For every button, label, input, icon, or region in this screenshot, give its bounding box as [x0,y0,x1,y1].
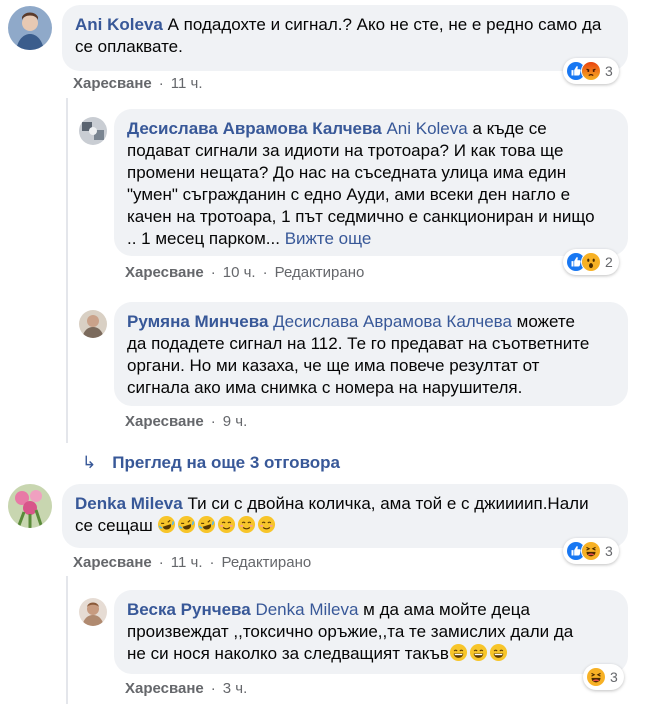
reply-author[interactable]: Румяна Минчева [127,312,268,331]
avatar-rumyana[interactable] [79,310,107,338]
edited-label: Редактирано [221,554,312,571]
reply-text: м да ама мойте деца [358,600,530,619]
reply-text: качен на тротоара, 1 път седмично е санк… [127,207,595,226]
reply-timestamp[interactable]: 10 ч. [223,264,256,281]
comment-actions: Харесване · 11 ч. · Редактирано [73,554,312,571]
reply-text: можете [511,312,575,331]
reply-text: сигнала ако има снимка с номера на наруш… [127,378,523,397]
comment-text: Ти си с двойна количка, ама той е с джии… [182,494,589,513]
reply-text: промени нещата? До нас на съседната улиц… [127,163,567,182]
reactions-summary[interactable]: 3 [563,538,619,564]
smile-emoji-icon [237,515,256,534]
see-more-link[interactable]: Вижте още [285,229,372,248]
reply-actions: Харесване · 10 ч. · Редактирано [125,264,365,281]
grin-emoji-icon [449,643,468,662]
reactions-summary[interactable]: 3 [583,664,624,690]
smile-emoji-icon [217,515,236,534]
thread-line [66,576,68,704]
comment-author[interactable]: Denka Mileva [75,494,183,513]
reaction-count: 3 [605,543,613,559]
like-button[interactable]: Харесване [73,554,152,571]
rolling-laugh-emoji-icon [177,515,196,534]
like-button[interactable]: Харесване [73,75,152,92]
reply-text: .. 1 месец парком... [127,229,285,248]
thread-line [66,98,68,443]
reply-text: органи. Но ми казаха, че ще има повече р… [127,356,540,375]
reply-actions: Харесване · 9 ч. [125,413,248,430]
view-more-replies-link[interactable]: ↳ Преглед на още 3 отговора [82,453,340,473]
mention-link[interactable]: Десислава Аврамова Калчева [273,312,512,331]
mention-link[interactable]: Ani Koleva [386,119,467,138]
reaction-count: 3 [605,63,613,79]
comment-actions: Харесване · 11 ч. [73,75,203,92]
wow-reaction-icon [581,252,601,272]
avatar-denka-mileva[interactable] [8,484,52,528]
grin-emoji-icon [469,643,488,662]
comment-timestamp[interactable]: 11 ч. [171,554,203,571]
grin-emoji-icon [489,643,508,662]
reply-text: произвеждат ,,токсично оръжие,,та те зам… [127,622,574,641]
comment-text: се сещаш [75,516,153,535]
comment-timestamp[interactable]: 11 ч. [171,75,203,92]
avatar-veska-runcheva[interactable] [79,598,107,626]
edited-label: Редактирано [274,264,365,281]
reply-text: а къде се [467,119,547,138]
reply-bubble: Румяна Минчева Десислава Аврамова Калчев… [114,302,628,406]
avatar-desislava[interactable] [79,117,107,145]
reply-actions: Харесване · 3 ч. [125,680,248,697]
reactions-summary[interactable]: 2 [563,249,619,275]
reactions-summary[interactable]: 3 [563,58,619,84]
angry-reaction-icon [581,61,601,81]
reply-text: не си нося наколко за следващият такъв [127,644,449,663]
reply-author[interactable]: Десислава Аврамова Калчева [127,119,382,138]
reply-text: да подадете сигнал на 112. Те го предава… [127,334,590,353]
reply-text: подават сигнали за идиоти на тротоара? И… [127,141,564,160]
reply-arrow-icon: ↳ [82,453,97,472]
reply-bubble: Веска Рунчева Denka Mileva м да ама мойт… [114,590,628,674]
mention-link[interactable]: Denka Mileva [255,600,358,619]
reaction-count: 2 [605,254,613,270]
comment-bubble: Denka Mileva Ти си с двойна количка, ама… [62,484,628,548]
comment-author[interactable]: Ani Koleva [75,15,163,34]
like-button[interactable]: Харесване [125,413,204,430]
haha-reaction-icon [581,541,601,561]
reply-text: "умен" съгражданин с едно Ауди, ами всек… [127,185,571,204]
reply-timestamp[interactable]: 3 ч. [223,680,248,697]
smile-emoji-icon [257,515,276,534]
haha-reaction-icon [586,667,606,687]
reply-timestamp[interactable]: 9 ч. [223,413,248,430]
comment-bubble: Ani Koleva А подадохте и сигнал.? Ако не… [62,5,628,71]
like-button[interactable]: Харесване [125,680,204,697]
reply-author[interactable]: Веска Рунчева [127,600,251,619]
reaction-count: 3 [610,669,618,685]
avatar-ani-koleva[interactable] [8,6,52,50]
rolling-laugh-emoji-icon [157,515,176,534]
rolling-laugh-emoji-icon [197,515,216,534]
reply-bubble: Десислава Аврамова Калчева Ani Koleva а … [114,109,628,256]
like-button[interactable]: Харесване [125,264,204,281]
